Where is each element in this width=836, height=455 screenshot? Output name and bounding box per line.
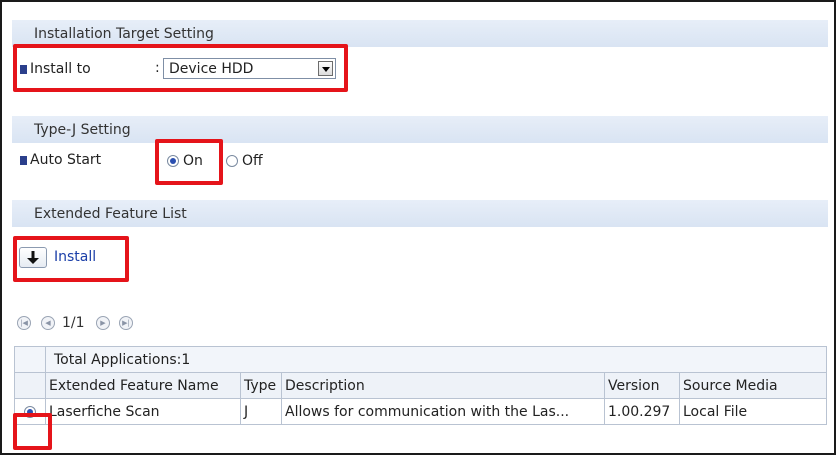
highlight-install [13, 236, 129, 282]
header-name: Extended Feature Name [45, 372, 241, 399]
header-type: Type [240, 372, 282, 399]
last-page-icon[interactable]: ▶| [119, 316, 133, 330]
row-name: Laserfiche Scan [45, 398, 241, 425]
prev-page-icon[interactable]: ◀ [41, 316, 55, 330]
header-row: Extended Feature Name Type Description V… [14, 372, 827, 399]
header-source: Source Media [679, 372, 827, 399]
bullet-icon [20, 155, 27, 165]
applications-table: Total Applications:1 Extended Feature Na… [14, 346, 827, 425]
table-row[interactable]: Laserfiche Scan J Allows for communicati… [14, 398, 827, 425]
next-page-icon[interactable]: ▶ [96, 316, 110, 330]
auto-start-off-option[interactable]: Off [226, 153, 263, 169]
section-title: Extended Feature List [34, 205, 187, 222]
radio-off[interactable] [226, 155, 238, 167]
row-source: Local File [679, 398, 827, 425]
header-version: Version [604, 372, 680, 399]
header-select [14, 372, 46, 399]
highlight-row-select [13, 413, 52, 450]
total-label: Total Applications:1 [45, 346, 827, 373]
total-spacer [14, 346, 46, 373]
highlight-auto-start [155, 139, 223, 185]
row-version: 1.00.297 [604, 398, 680, 425]
section-installation-target: Installation Target Setting [12, 20, 828, 47]
auto-start-label: Auto Start [30, 152, 102, 168]
row-type: J [240, 398, 282, 425]
page-indicator: 1/1 [62, 315, 85, 331]
section-type-j: Type-J Setting [12, 116, 828, 143]
section-title: Installation Target Setting [34, 25, 214, 42]
header-description: Description [281, 372, 605, 399]
section-extended-feature-list: Extended Feature List [12, 200, 828, 227]
first-page-icon[interactable]: |◀ [17, 316, 31, 330]
highlight-install-to [13, 44, 348, 92]
auto-start-label-row: Auto Start [20, 150, 101, 170]
total-row: Total Applications:1 [14, 346, 827, 373]
section-title: Type-J Setting [34, 121, 131, 138]
radio-off-label: Off [242, 153, 263, 169]
row-description: Allows for communication with the Las... [281, 398, 605, 425]
